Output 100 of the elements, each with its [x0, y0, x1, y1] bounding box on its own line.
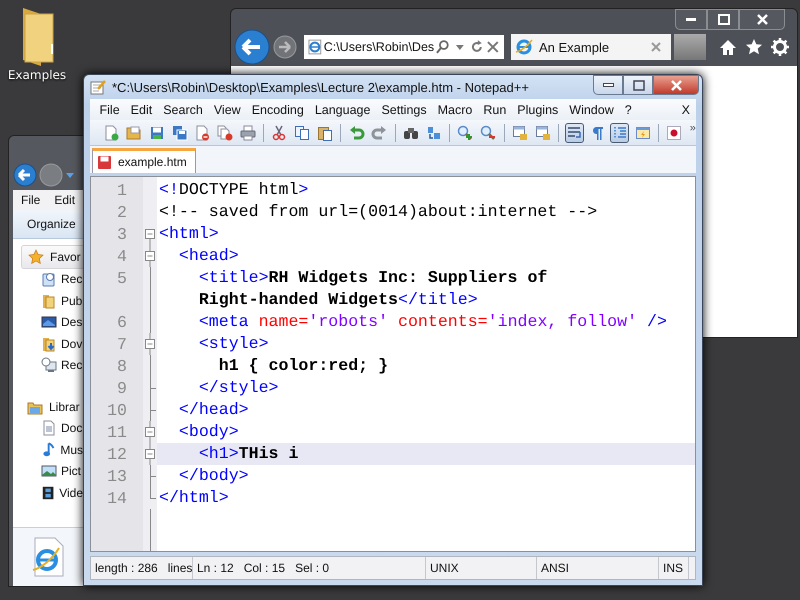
code-line: </style>: [198, 377, 278, 399]
downloads-folder-icon[interactable]: [41, 336, 57, 352]
line-number: 6: [116, 312, 128, 332]
music-note-icon[interactable]: [41, 442, 56, 458]
search-icon[interactable]: [435, 39, 451, 55]
documents-close-icon[interactable]: [216, 122, 234, 142]
code-line: <h1>THis i: [198, 443, 298, 465]
menu-item[interactable]: Edit: [54, 193, 76, 207]
menu-item[interactable]: File: [94, 102, 126, 116]
close-icon[interactable]: [485, 39, 501, 55]
fold-icon[interactable]: [143, 421, 157, 443]
nav-item[interactable]: Des: [61, 315, 82, 330]
nav-group-header[interactable]: Librar: [21, 396, 83, 418]
menu-item[interactable]: Encoding: [246, 102, 310, 116]
address-bar[interactable]: C:\Users\Robin\Des: [304, 35, 504, 59]
web-page-icon: [307, 39, 323, 55]
code-line: <head>: [178, 245, 239, 267]
menu-item[interactable]: ?: [619, 102, 638, 116]
menu-item[interactable]: View: [208, 102, 246, 116]
nav-item[interactable]: Rec: [61, 272, 82, 286]
printer-icon[interactable]: [238, 122, 258, 142]
nav-group-label[interactable]: Favor: [50, 250, 81, 264]
star-icon[interactable]: [28, 248, 44, 265]
word-wrap-icon[interactable]: [564, 122, 584, 142]
line-number: 5: [116, 268, 128, 288]
maximize-button[interactable]: [707, 9, 739, 30]
line-number: 11: [106, 422, 128, 442]
line-number: 7: [116, 334, 128, 354]
code-line: </head>: [178, 399, 249, 421]
status-text: ANSI: [541, 561, 570, 575]
nav-item[interactable]: Doc: [61, 421, 82, 436]
maximize-button[interactable]: [623, 75, 653, 95]
code-line: </html>: [159, 487, 229, 509]
browser-tab[interactable]: An Example: [511, 34, 671, 60]
code-line: <!DOCTYPE html>: [159, 179, 308, 201]
minimize-icon: [686, 18, 696, 21]
desktop-icon[interactable]: [41, 314, 57, 330]
code-line: <meta name='robots' contents='index, follow' />: [198, 311, 667, 333]
code-line: <title>RH Widgets Inc: Suppliers of: [198, 267, 548, 289]
nav-item[interactable]: Rec: [61, 358, 82, 372]
address-field[interactable]: C:\Users\Robin\Des: [324, 40, 434, 54]
document-icon[interactable]: [41, 420, 57, 436]
status-text: INS: [663, 561, 684, 575]
nav-item[interactable]: Vide: [59, 486, 83, 500]
nav-group-label[interactable]: Librar: [49, 400, 80, 414]
close-button[interactable]: [653, 75, 699, 95]
line-number: 13: [106, 466, 128, 486]
minimize-button[interactable]: [593, 75, 623, 95]
menu-item[interactable]: File: [21, 193, 40, 207]
overflow-button[interactable]: »: [690, 122, 696, 134]
fold-icon[interactable]: [143, 443, 157, 465]
line-number: 1: [116, 180, 128, 200]
menu-item[interactable]: Window: [564, 102, 620, 116]
menu-item[interactable]: Run: [478, 102, 512, 116]
code-line: <body>: [178, 421, 239, 443]
icon-label[interactable]: Examples: [8, 68, 66, 82]
nav-item[interactable]: Pict: [61, 464, 82, 478]
minimize-icon: [602, 83, 614, 87]
close-document-button[interactable]: X: [676, 102, 696, 116]
line-number: 9: [116, 378, 128, 398]
menu-item[interactable]: Search: [158, 102, 208, 116]
code-line: Right-handed Widgets</title>: [198, 289, 478, 311]
close-icon[interactable]: [649, 40, 663, 54]
nav-item[interactable]: Pub: [61, 294, 82, 308]
document-tab[interactable]: example.htm: [92, 148, 196, 173]
code-line: <style>: [198, 333, 269, 355]
status-text: Col : 15: [244, 561, 286, 575]
menu-item[interactable]: Plugins: [512, 102, 564, 116]
back-button[interactable]: [13, 163, 37, 187]
recent-places-icon[interactable]: [41, 357, 57, 374]
code-line: <html>: [159, 223, 219, 245]
film-strip-icon[interactable]: [41, 484, 56, 501]
window-title: *C:\Users\Robin\Desktop\Examples\Lecture 2\example.htm - Notepad++: [112, 80, 530, 94]
caret-icon[interactable]: [65, 171, 75, 179]
minimize-button[interactable]: [675, 9, 707, 30]
home-icon[interactable]: [719, 38, 737, 56]
status-text: UNIX: [430, 561, 459, 575]
nav-group-header[interactable]: Favor: [21, 245, 83, 268]
star-icon[interactable]: [745, 38, 763, 56]
code-line: </body>: [178, 465, 249, 487]
landscape-picture-icon[interactable]: [41, 463, 57, 480]
status-text: length : 286: [95, 561, 158, 575]
menu-item[interactable]: Settings: [376, 102, 432, 116]
recent-folder-icon[interactable]: [41, 271, 57, 288]
menu-item[interactable]: Language: [309, 102, 376, 116]
back-button[interactable]: [234, 29, 270, 65]
indent-guide-icon[interactable]: [610, 122, 630, 142]
menu-item[interactable]: Macro: [432, 102, 478, 116]
close-button[interactable]: [739, 9, 785, 30]
forward-button[interactable]: [273, 35, 297, 59]
nav-item[interactable]: Dov: [61, 336, 82, 351]
nav-item[interactable]: Mus: [60, 442, 83, 457]
menu-item[interactable]: Edit: [125, 102, 158, 116]
status-text: Ln : 12: [197, 561, 234, 575]
fold-icon[interactable]: [143, 245, 157, 267]
code-line: <!-- saved from url=(0014)about:internet -->: [159, 201, 598, 223]
fold-icon[interactable]: [143, 333, 157, 355]
notepad-icon: [90, 79, 106, 95]
settings-icon[interactable]: [771, 38, 789, 56]
line-number: 14: [106, 488, 128, 508]
